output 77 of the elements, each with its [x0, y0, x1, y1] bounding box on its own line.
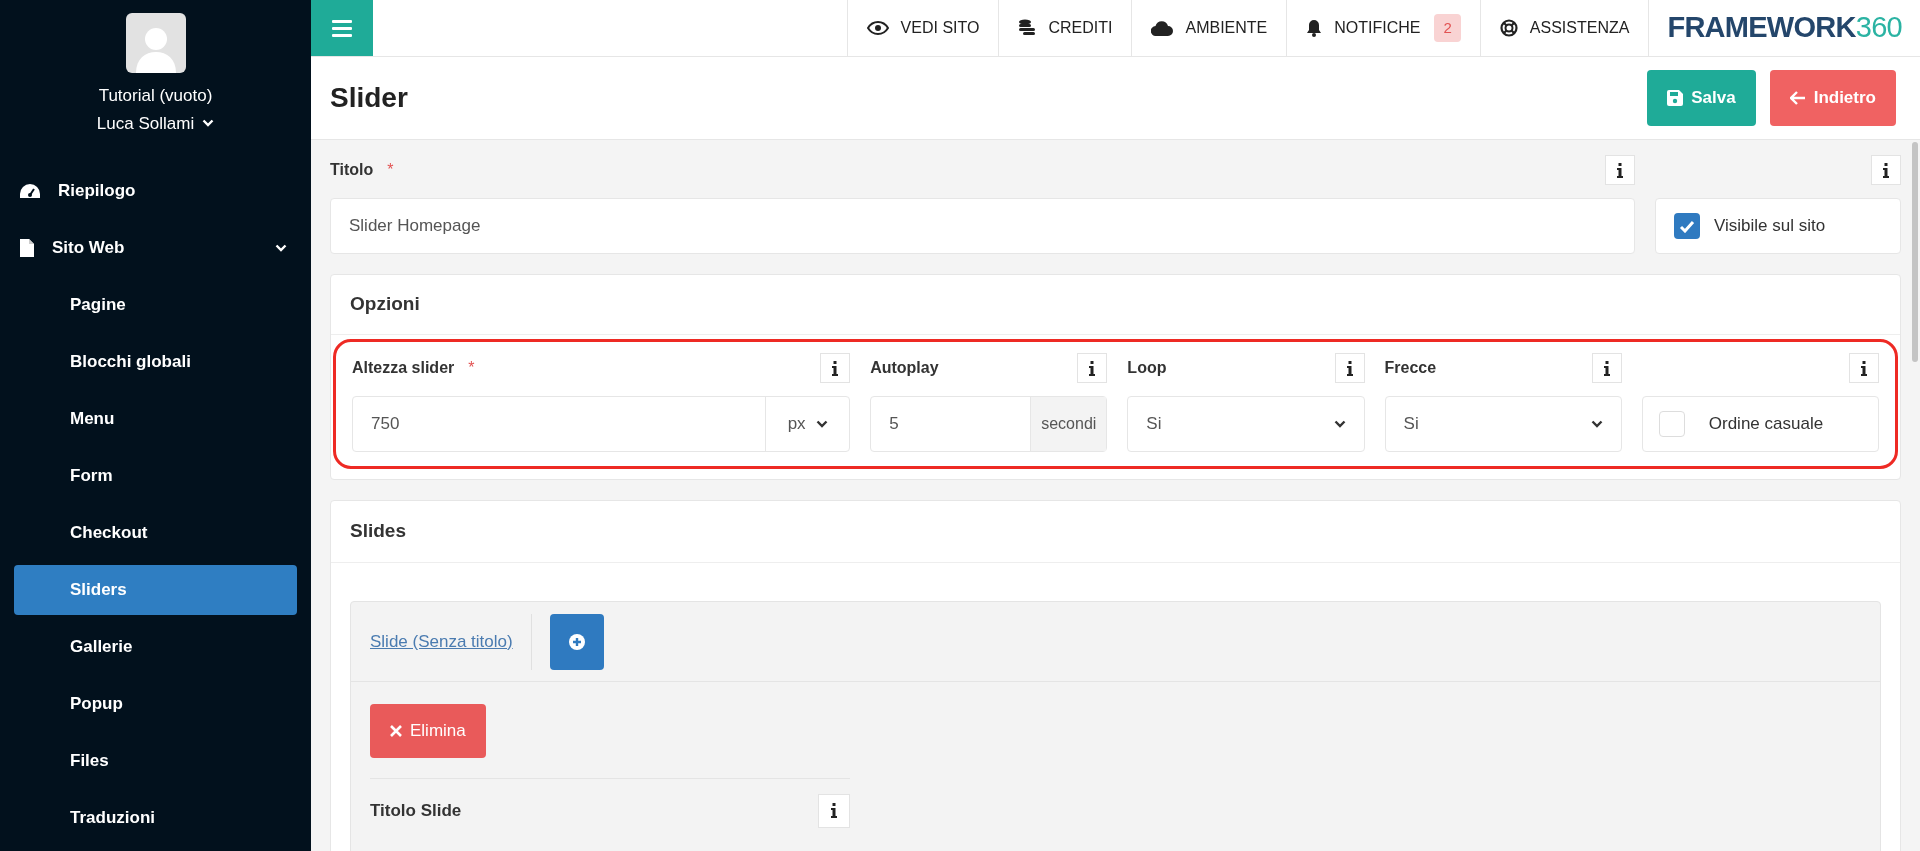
info-icon — [831, 803, 837, 818]
check-icon — [1679, 219, 1695, 233]
field-label: Frecce — [1384, 358, 1437, 378]
title-input[interactable]: Slider Homepage — [330, 198, 1635, 254]
field-label: Altezza slider — [352, 358, 455, 378]
notification-badge: 2 — [1434, 13, 1461, 43]
caret-icon — [202, 119, 215, 128]
nav-link[interactable]: VEDI SITO — [846, 0, 999, 56]
sidebar-item[interactable]: Checkout — [14, 507, 297, 558]
checkbox[interactable] — [1658, 411, 1685, 437]
field-label: Titolo — [330, 160, 374, 180]
info-icon — [1883, 162, 1889, 178]
nav-link[interactable]: AMBIENTE — [1131, 0, 1287, 56]
cloud-icon — [1151, 20, 1174, 36]
plus-icon — [568, 633, 585, 650]
nav-link[interactable]: ASSISTENZA — [1479, 0, 1649, 56]
info-button[interactable] — [818, 793, 850, 828]
field-label: Titolo Slide — [370, 799, 463, 822]
sidebar-item[interactable]: Traduzioni — [14, 792, 297, 843]
info-button[interactable] — [1591, 353, 1622, 383]
caret-icon — [1333, 420, 1346, 428]
gauge-icon — [20, 183, 40, 198]
menu-icon — [332, 19, 352, 37]
select-field[interactable]: Si — [1127, 396, 1365, 452]
sidebar-item[interactable]: Riepilogo — [14, 162, 297, 219]
add-slide-button[interactable] — [549, 613, 604, 670]
logo[interactable]: FRAMEWORK360 — [1648, 0, 1920, 56]
lifebuoy-icon — [1499, 19, 1518, 37]
caret-icon — [1590, 420, 1603, 428]
menu-button[interactable] — [311, 0, 373, 56]
arrow-left-icon — [1789, 91, 1806, 105]
x-icon — [390, 725, 402, 737]
file-icon — [20, 238, 34, 257]
info-icon — [1603, 360, 1610, 376]
field-label: Autoplay — [870, 358, 939, 378]
info-button[interactable] — [820, 353, 851, 383]
sidebar-item[interactable]: Blocchi globali — [14, 336, 297, 387]
caret-icon — [275, 243, 287, 252]
info-icon — [832, 360, 839, 376]
sidebar-item[interactable]: Files — [14, 735, 297, 786]
required-asterisk: * — [468, 358, 475, 378]
select-field[interactable]: Si — [1384, 396, 1622, 452]
user-menu[interactable]: Luca Sollami — [96, 110, 215, 136]
sidebar-item[interactable]: Menu — [14, 393, 297, 444]
checkbox-label: Ordine casuale — [1708, 413, 1824, 436]
sidebar-item[interactable]: Popup — [14, 678, 297, 729]
sidebar-item[interactable]: Form — [14, 450, 297, 501]
sidebar-item[interactable]: Sito Web — [14, 219, 297, 276]
info-button[interactable] — [1871, 155, 1901, 185]
sidebar-item[interactable]: Gallerie — [14, 621, 297, 672]
workspace-name: Tutorial (vuoto) — [98, 85, 213, 107]
card-heading: Slides — [331, 501, 1900, 563]
info-button[interactable] — [1605, 155, 1635, 185]
info-icon — [1617, 162, 1623, 178]
nav-link[interactable]: CREDITI — [998, 0, 1132, 56]
bell-icon — [1306, 19, 1323, 37]
avatar-placeholder — [125, 13, 186, 73]
info-icon — [1346, 360, 1353, 376]
field-label: Loop — [1127, 358, 1167, 378]
slide-tab-link[interactable]: Slide (Senza titolo) — [370, 628, 513, 655]
page-title: Slider — [330, 81, 409, 115]
info-icon — [1089, 360, 1096, 376]
coins-icon — [1018, 19, 1037, 37]
info-button[interactable] — [1077, 353, 1108, 383]
nav-link[interactable]: NOTIFICHE 2 — [1286, 0, 1480, 56]
info-button[interactable] — [1849, 353, 1879, 383]
checkbox-label: Visibile sul sito — [1714, 215, 1826, 238]
sidebar-item[interactable]: Sliders — [14, 564, 297, 615]
checkbox[interactable] — [1674, 213, 1700, 239]
card-heading: Opzioni — [331, 275, 1900, 335]
eye-icon — [866, 21, 889, 35]
scrollbar[interactable] — [1912, 142, 1918, 362]
info-button[interactable] — [1334, 353, 1365, 383]
required-asterisk: * — [387, 160, 394, 180]
info-icon — [1861, 360, 1867, 376]
save-icon — [1667, 90, 1684, 106]
sidebar-item[interactable]: Pagine — [14, 279, 297, 330]
